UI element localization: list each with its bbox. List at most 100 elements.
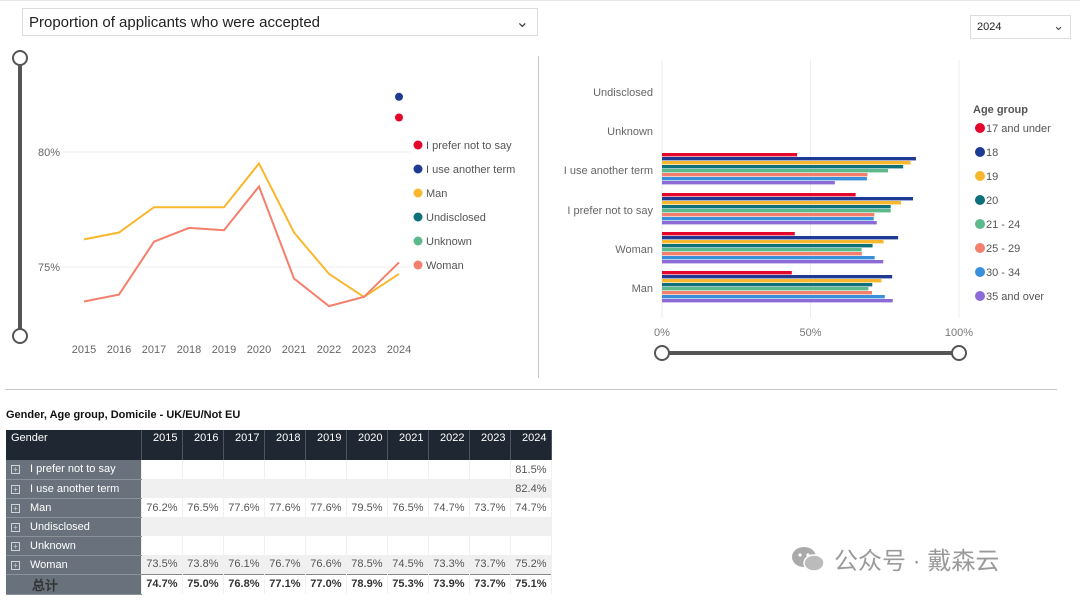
- bar: [662, 256, 875, 260]
- table-cell: [510, 536, 552, 555]
- total-cell: 75.3%: [387, 573, 429, 594]
- row-label: Man: [30, 501, 52, 514]
- bar: [662, 236, 899, 240]
- column-header[interactable]: 2017: [223, 430, 265, 460]
- line-chart: 75% 80% 2015 2016 2017 2018 2019 2020 2021 2022 20…: [12, 50, 515, 356]
- expand-icon[interactable]: +: [11, 560, 20, 570]
- table-cell: [223, 517, 265, 536]
- table-cell: 79.5%: [346, 498, 388, 517]
- legend-label: I use another term: [426, 164, 515, 176]
- table-cell: 76.5%: [387, 498, 429, 517]
- x-tick-label: 2020: [247, 344, 271, 356]
- row-header[interactable]: + I use another term: [6, 479, 142, 499]
- year-dropdown[interactable]: 2024 ⌄: [970, 15, 1071, 39]
- total-cell: 77.0%: [305, 573, 347, 594]
- bar: [662, 275, 893, 279]
- expand-icon[interactable]: +: [11, 541, 20, 551]
- table-cell: 76.7%: [264, 555, 306, 574]
- row-header[interactable]: + Unknown: [6, 536, 142, 556]
- total-cell: 75.1%: [510, 573, 552, 594]
- bar: [662, 209, 891, 213]
- table-cell: 73.3%: [428, 555, 470, 574]
- table-cell: 78.5%: [346, 555, 388, 574]
- table-cell: [182, 517, 224, 536]
- header-row: Gender 2015 2016 2017 2018 2019 2020 2021 2022 20…: [6, 430, 552, 460]
- table-title: Gender, Age group, Domicile - UK/EU/Not …: [6, 409, 241, 421]
- expand-icon[interactable]: +: [11, 465, 20, 475]
- slider-handle-bottom[interactable]: [12, 328, 28, 344]
- legend-marker: [975, 291, 985, 301]
- column-header[interactable]: 2022: [428, 430, 470, 460]
- bar: [662, 271, 792, 275]
- column-header[interactable]: 2015: [141, 430, 183, 460]
- column-header[interactable]: 2020: [346, 430, 388, 460]
- x-tick-label: 2024: [387, 344, 411, 356]
- legend-label: 21 - 24: [986, 219, 1020, 231]
- bar: [662, 248, 862, 252]
- year-dropdown-value: 2024: [977, 21, 1002, 33]
- legend-label: Undisclosed: [426, 212, 486, 224]
- measure-dropdown[interactable]: Proportion of applicants who were accept…: [22, 8, 538, 36]
- legend-marker: [975, 123, 985, 133]
- table-cell: 75.2%: [510, 555, 552, 574]
- table-cell: [469, 536, 511, 555]
- legend-label: Man: [426, 188, 447, 200]
- row-label: Undisclosed: [30, 520, 90, 533]
- row-header[interactable]: + I prefer not to say: [6, 460, 142, 480]
- chevron-down-icon: ⌄: [515, 14, 529, 31]
- legend-label: 25 - 29: [986, 243, 1020, 255]
- column-header[interactable]: 2016: [182, 430, 224, 460]
- bar: [662, 193, 856, 197]
- x-tick-label: 2016: [107, 344, 131, 356]
- table-cell: 77.6%: [223, 498, 265, 517]
- table-cell: [264, 517, 306, 536]
- total-cell: 76.8%: [223, 573, 265, 594]
- slider-handle-left[interactable]: [654, 345, 670, 361]
- expand-icon[interactable]: +: [11, 522, 20, 532]
- total-row: 总计 74.7% 75.0% 76.8% 77.1% 77.0% 78.9% 75.3% 73.…: [6, 573, 552, 595]
- slider-handle-top[interactable]: [12, 50, 28, 66]
- top-border: [0, 0, 1080, 1]
- table-cell: [305, 517, 347, 536]
- expand-icon[interactable]: +: [11, 484, 20, 494]
- bar: [662, 217, 874, 221]
- column-header[interactable]: 2024: [510, 430, 552, 460]
- table-cell: [469, 517, 511, 536]
- category-label: Undisclosed: [593, 87, 653, 99]
- legend-marker: [975, 243, 985, 253]
- divider: [538, 56, 539, 378]
- table-row: + Man 76.2% 76.5% 77.6% 77.6% 77.6% 79.5% 76.5% 7…: [6, 498, 552, 518]
- column-header[interactable]: 2019: [305, 430, 347, 460]
- y-tick-label: 80%: [38, 147, 60, 159]
- table-cell: 73.7%: [469, 555, 511, 574]
- legend-label: 17 and under: [986, 123, 1051, 135]
- column-header[interactable]: 2023: [469, 430, 511, 460]
- table-cell: 76.5%: [182, 498, 224, 517]
- x-tick-label: 2021: [282, 344, 306, 356]
- expand-icon[interactable]: +: [11, 503, 20, 513]
- legend-marker: [413, 164, 423, 174]
- measure-dropdown-value: Proportion of applicants who were accept…: [29, 14, 321, 31]
- slider-handle-right[interactable]: [951, 345, 967, 361]
- category-label: Man: [632, 283, 653, 295]
- column-header[interactable]: 2021: [387, 430, 429, 460]
- legend-marker: [413, 212, 423, 222]
- table-cell: 73.7%: [469, 498, 511, 517]
- column-header[interactable]: 2018: [264, 430, 306, 460]
- table-cell: 76.1%: [223, 555, 265, 574]
- total-cell: 73.7%: [469, 573, 511, 594]
- matrix-table: Gender 2015 2016 2017 2018 2019 2020 2021 2022 20…: [6, 430, 552, 595]
- total-label: 总计: [6, 573, 142, 595]
- table-cell: [223, 460, 265, 479]
- column-header: Gender: [6, 430, 142, 460]
- row-header[interactable]: + Undisclosed: [6, 517, 142, 537]
- table-cell: 81.5%: [510, 460, 552, 479]
- table-cell: [264, 536, 306, 555]
- row-header[interactable]: + Woman: [6, 555, 142, 575]
- total-cell: 78.9%: [346, 573, 388, 594]
- row-header[interactable]: + Man: [6, 498, 142, 518]
- table-cell: 74.5%: [387, 555, 429, 574]
- x-tick-label: 2019: [212, 344, 236, 356]
- table-cell: 74.7%: [510, 498, 552, 517]
- total-cell: 74.7%: [141, 573, 183, 594]
